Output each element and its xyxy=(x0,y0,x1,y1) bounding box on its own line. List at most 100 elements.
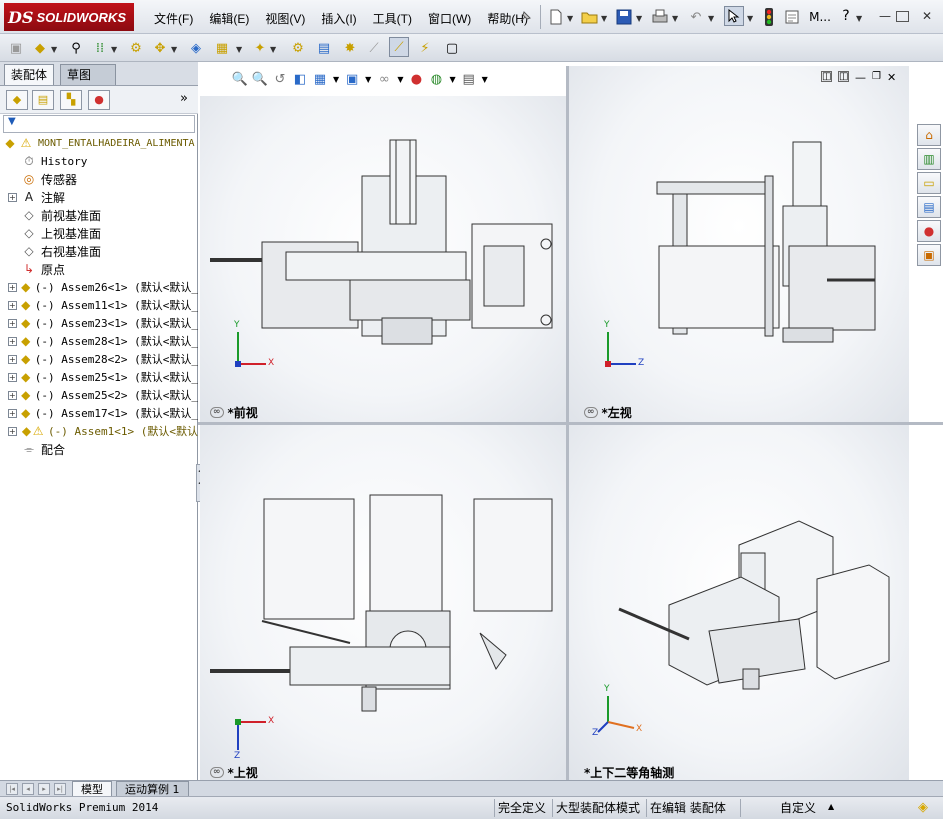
explode-line-sketch-icon[interactable]: ⟋ xyxy=(364,38,384,58)
expand-icon[interactable]: + xyxy=(8,426,17,436)
section-view-icon[interactable]: ◧ xyxy=(290,69,310,89)
display-manager-tab-icon[interactable]: ● xyxy=(88,90,110,110)
exploded-view-icon[interactable]: ✸ xyxy=(340,38,360,58)
single-view-icon[interactable]: ◫ xyxy=(838,71,849,82)
viewport-front[interactable] xyxy=(200,96,566,422)
expand-icon[interactable]: + xyxy=(8,318,17,328)
chevron-down-icon[interactable]: ▼ xyxy=(672,14,678,23)
configuration-manager-tab-icon[interactable]: ▚ xyxy=(60,90,82,110)
chevron-down-icon[interactable]: ▼ xyxy=(449,75,455,84)
view-orientation-icon[interactable]: ▣ xyxy=(342,69,362,89)
instant3d-icon[interactable]: ⚡ xyxy=(415,38,435,58)
expand-icon[interactable]: + xyxy=(8,354,17,364)
chevron-down-icon[interactable]: ▼ xyxy=(601,14,607,23)
filter-icon[interactable]: ▼ xyxy=(3,115,195,133)
tab-assembly[interactable]: 装配体 xyxy=(4,64,55,85)
chevron-down-icon[interactable]: ▼ xyxy=(856,14,862,23)
large-assembly-mode-icon[interactable]: ▢ xyxy=(442,38,462,58)
tree-item[interactable]: ⌯ 配合 xyxy=(0,440,198,458)
first-tab-icon[interactable]: |◂ xyxy=(6,783,18,795)
chevron-down-icon[interactable]: ▼ xyxy=(236,45,242,54)
pin-icon[interactable] xyxy=(515,7,535,27)
options-icon[interactable] xyxy=(782,7,802,27)
menu-edit[interactable]: 编辑(E) xyxy=(201,10,257,27)
menu-insert[interactable]: 插入(I) xyxy=(313,10,364,27)
viewport-minimize-icon[interactable]: — xyxy=(855,71,866,84)
zoom-to-fit-icon[interactable]: 🔍 xyxy=(230,69,250,89)
link-views-icon[interactable]: ◫ xyxy=(821,71,832,82)
expand-icon[interactable]: + xyxy=(8,408,17,418)
tree-item[interactable]: + ◆ (-) Assem25<2> (默认<默认_ xyxy=(0,386,198,404)
chevron-down-icon[interactable]: ▼ xyxy=(111,45,117,54)
tree-item[interactable]: + ◆ (-) Assem11<1> (默认<默认_ xyxy=(0,296,198,314)
previous-tab-icon[interactable]: ◂ xyxy=(22,783,34,795)
dynamic-annotation-icon[interactable]: ▦ xyxy=(310,69,330,89)
tree-item[interactable]: + ◆ (-) Assem23<1> (默认<默认_ xyxy=(0,314,198,332)
solidworks-resources-icon[interactable]: ⌂ xyxy=(917,124,941,146)
menu-file[interactable]: 文件(F) xyxy=(146,10,201,27)
reference-geometry-icon[interactable]: ✦ xyxy=(250,38,270,58)
print-icon[interactable] xyxy=(650,7,670,27)
solidworks-logo[interactable]: DS SOLIDWORKS xyxy=(4,3,134,31)
viewport-restore-icon[interactable]: ❐ xyxy=(872,71,881,84)
new-document-icon[interactable] xyxy=(546,7,566,27)
tree-item[interactable]: + ◆ (-) Assem25<1> (默认<默认_ xyxy=(0,368,198,386)
tree-item[interactable]: + ◆ (-) Assem28<1> (默认<默认_ xyxy=(0,332,198,350)
view-settings-icon[interactable]: ▤ xyxy=(459,69,479,89)
last-tab-icon[interactable]: ▸| xyxy=(54,783,66,795)
previous-view-icon[interactable]: ↺ xyxy=(270,69,290,89)
chevron-down-icon[interactable]: ▼ xyxy=(708,14,714,23)
expand-icon[interactable]: + xyxy=(8,336,17,346)
tree-item[interactable]: + ◆ (-) Assem17<1> (默认<默认_ xyxy=(0,404,198,422)
expand-icon[interactable]: + xyxy=(8,300,17,310)
linear-pattern-icon[interactable]: ⁞⁞ xyxy=(90,38,110,58)
assembly-features-icon[interactable]: ▦ xyxy=(212,38,232,58)
link-icon[interactable]: ∞ xyxy=(584,407,598,418)
apply-scene-icon[interactable]: ◍ xyxy=(426,69,446,89)
viewport-splitter-vertical[interactable] xyxy=(566,66,569,780)
bill-of-materials-icon[interactable]: ▤ xyxy=(314,38,334,58)
feature-tree-tab-icon[interactable]: ◆ xyxy=(6,90,28,110)
tree-item[interactable]: ◇ 上视基准面 xyxy=(0,224,198,242)
tab-motion-study[interactable]: 运动算例 1 xyxy=(116,781,189,797)
tab-model[interactable]: 模型 xyxy=(72,781,112,797)
tree-item[interactable]: ↳ 原点 xyxy=(0,260,198,278)
minimize-button[interactable]: — xyxy=(876,8,894,24)
chevron-down-icon[interactable]: ▼ xyxy=(333,75,339,84)
zoom-to-area-icon[interactable]: 🔍 xyxy=(250,69,270,89)
insert-component-icon[interactable]: ◆ xyxy=(30,38,50,58)
view-palette-icon[interactable]: ▤ xyxy=(917,196,941,218)
tree-item[interactable]: + A 注解 xyxy=(0,188,198,206)
chevron-down-icon[interactable]: ▼ xyxy=(636,14,642,23)
move-component-icon[interactable]: ✥ xyxy=(150,38,170,58)
tree-item[interactable]: + ◆ (-) Assem26<1> (默认<默认_ xyxy=(0,278,198,296)
display-style-icon[interactable]: ∞ xyxy=(374,69,394,89)
menu-tools[interactable]: 工具(T) xyxy=(365,10,420,27)
close-button[interactable]: ✕ xyxy=(918,8,936,24)
chevron-down-icon[interactable]: ▼ xyxy=(365,75,371,84)
chevron-up-icon[interactable]: ▲ xyxy=(828,802,834,811)
select-cursor-icon[interactable] xyxy=(724,6,744,26)
expand-icon[interactable]: + xyxy=(8,372,17,382)
rebuild-status-icon[interactable]: ◈ xyxy=(918,800,928,815)
chevron-down-icon[interactable]: ▼ xyxy=(171,45,177,54)
viewport-close-icon[interactable]: ✕ xyxy=(887,71,896,84)
interference-detection-icon[interactable]: ⟋ xyxy=(389,37,409,57)
chevron-down-icon[interactable]: ▼ xyxy=(397,75,403,84)
file-explorer-icon[interactable]: ▭ xyxy=(917,172,941,194)
expand-icon[interactable]: + xyxy=(8,390,17,400)
expand-icon[interactable]: + xyxy=(8,192,17,202)
open-folder-icon[interactable] xyxy=(580,7,600,27)
undo-icon[interactable]: ↶ xyxy=(686,7,706,27)
show-hidden-components-icon[interactable]: ◈ xyxy=(186,38,206,58)
design-library-icon[interactable]: ▥ xyxy=(917,148,941,170)
tab-sketch[interactable]: 草图 xyxy=(60,64,116,85)
tree-item[interactable]: + ◆ ⚠ (-) Assem1<1> (默认<默认 xyxy=(0,422,198,440)
link-icon[interactable]: ∞ xyxy=(210,407,224,418)
rebuild-traffic-light-icon[interactable] xyxy=(759,7,779,27)
menu-more[interactable]: M... xyxy=(806,7,834,27)
link-icon[interactable]: ∞ xyxy=(210,767,224,778)
restore-button[interactable] xyxy=(896,11,909,22)
property-manager-tab-icon[interactable]: ▤ xyxy=(32,90,54,110)
menu-window[interactable]: 窗口(W) xyxy=(420,10,479,27)
